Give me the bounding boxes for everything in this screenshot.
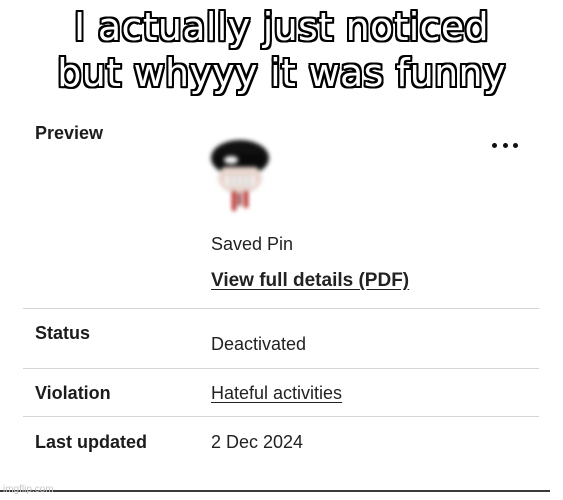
last-updated-value: 2 Dec 2024 — [211, 432, 304, 452]
violation-link[interactable]: Hateful activities — [211, 383, 342, 404]
violation-label: Violation — [35, 383, 111, 403]
caption-line-1: I actually just noticed — [74, 5, 489, 49]
more-dot — [502, 142, 508, 148]
caption-line-2: but whyyy it was funny — [57, 51, 506, 95]
pin-type-text: Saved Pin — [211, 234, 294, 254]
imgflip-watermark: imgflip.com — [3, 484, 54, 495]
preview-label: Preview — [35, 123, 104, 143]
status-value: Deactivated — [211, 334, 307, 354]
status-label: Status — [35, 323, 91, 343]
more-options-icon[interactable] — [492, 140, 518, 150]
skull-thumbnail-icon[interactable] — [209, 136, 271, 214]
bottom-border — [0, 490, 550, 492]
last-updated-label: Last updated — [35, 432, 148, 452]
divider — [23, 308, 539, 309]
view-full-details-link[interactable]: View full details (PDF) — [211, 270, 409, 292]
more-dot — [492, 142, 497, 148]
more-dot — [513, 142, 518, 148]
meme-caption: I actually just noticed but whyyy it was… — [0, 4, 563, 96]
divider — [23, 368, 539, 369]
divider — [23, 416, 539, 417]
